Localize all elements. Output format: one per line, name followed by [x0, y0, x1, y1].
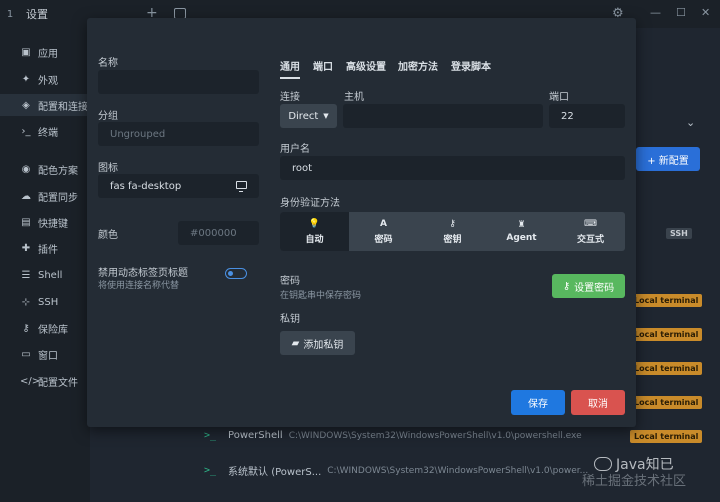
- key-icon: ⚷: [562, 280, 571, 292]
- auth-option-key[interactable]: ⚷ 密钥: [418, 212, 487, 251]
- private-key-label: 私钥: [280, 314, 300, 325]
- auth-method-label: 身份验证方法: [280, 198, 340, 209]
- local-terminal-badge: Local terminal: [630, 396, 703, 409]
- profile-name: 系统默认 (PowerS...: [228, 467, 322, 478]
- disable-dynamic-title-sub: 将使用连接名称代替: [98, 281, 180, 291]
- port-label: 端口: [549, 92, 569, 103]
- profile-row[interactable]: >_ 系统默认 (PowerS... C:\WINDOWS\System32\W…: [204, 463, 588, 478]
- sidebar-item-shell[interactable]: ☰ Shell: [0, 264, 90, 286]
- wechat-icon: [594, 457, 612, 471]
- profile-path: C:\WINDOWS\System32\WindowsPowerShell\v1…: [327, 465, 589, 476]
- tab-number: 1: [6, 8, 14, 20]
- icon-input[interactable]: fas fa-desktop: [98, 174, 259, 198]
- auth-option-agent[interactable]: ♜ Agent: [487, 212, 556, 251]
- sidebar-item-sync[interactable]: ☁ 配置同步: [0, 185, 90, 207]
- auth-method-selector: 💡 自动 A 密码 ⚷ 密钥 ♜ Agent ⌨ 交互式: [280, 212, 625, 251]
- cancel-button[interactable]: 取消: [571, 390, 625, 415]
- appearance-icon: ✦: [21, 73, 31, 85]
- sidebar-item-plugins[interactable]: ✚ 插件: [0, 237, 90, 259]
- new-profile-button[interactable]: + 新配置: [636, 147, 700, 171]
- profile-row[interactable]: >_ PowerShell C:\WINDOWS\System32\Window…: [204, 430, 582, 441]
- window-icon: ▭: [21, 348, 31, 360]
- host-label: 主机: [344, 92, 364, 103]
- desktop-icon: [236, 181, 247, 192]
- plugin-icon: ✚: [21, 242, 31, 254]
- local-terminal-badge: Local terminal: [630, 362, 703, 375]
- cloud-icon: ☁: [21, 190, 31, 202]
- color-label: 颜色: [98, 230, 118, 241]
- tab-login-scripts[interactable]: 登录脚本: [451, 58, 491, 73]
- sidebar-item-profiles[interactable]: ◈ 配置和连接: [0, 94, 90, 116]
- sidebar-item-ssh[interactable]: ⊹ SSH: [0, 291, 90, 313]
- set-password-button[interactable]: ⚷ 设置密码: [552, 274, 625, 298]
- password-sub: 在钥匙串中保存密码: [280, 291, 362, 301]
- profile-name: PowerShell: [228, 430, 283, 441]
- auth-option-interactive[interactable]: ⌨ 交互式: [556, 212, 625, 251]
- port-input[interactable]: 22: [549, 104, 625, 128]
- sidebar-item-hotkeys[interactable]: ▤ 快捷键: [0, 211, 90, 233]
- local-terminal-badge: Local terminal: [630, 328, 703, 341]
- connection-label: 连接: [280, 92, 300, 103]
- code-icon: </>: [20, 375, 41, 387]
- ssh-tag: SSH: [666, 228, 692, 239]
- list-icon: ☰: [21, 269, 31, 281]
- tab-ports[interactable]: 端口: [313, 58, 333, 73]
- bulb-icon: 💡: [308, 218, 321, 229]
- password-label: 密码: [280, 276, 300, 287]
- icon-label: 图标: [98, 163, 118, 174]
- sidebar-item-window[interactable]: ▭ 窗口: [0, 343, 90, 365]
- profiles-icon: ◈: [22, 99, 30, 111]
- profile-edit-modal: 名称 分组 Ungrouped 图标 fas fa-desktop 颜色 #00…: [87, 18, 636, 427]
- group-input[interactable]: Ungrouped: [98, 122, 259, 146]
- host-input[interactable]: [343, 104, 543, 128]
- keyboard-icon: ⌨: [584, 218, 597, 229]
- terminal-icon: ›_: [21, 125, 31, 137]
- sidebar-item-app[interactable]: ▣ 应用: [0, 41, 90, 63]
- add-private-key-button[interactable]: ▰ 添加私钥: [280, 331, 355, 355]
- save-button[interactable]: 保存: [511, 390, 565, 415]
- network-icon: ⊹: [21, 296, 31, 308]
- disable-dynamic-title-toggle[interactable]: [225, 268, 247, 279]
- sidebar-item-terminal[interactable]: ›_ 终端: [0, 120, 90, 142]
- name-input[interactable]: [98, 70, 259, 94]
- close-icon[interactable]: ✕: [701, 6, 710, 19]
- chevron-down-icon[interactable]: ⌄: [686, 116, 695, 129]
- sidebar-item-config-file[interactable]: </> 配置文件: [0, 370, 90, 392]
- tab-advanced[interactable]: 高级设置: [346, 58, 386, 73]
- agent-icon: ♜: [517, 220, 526, 230]
- maximize-icon[interactable]: ☐: [676, 6, 686, 19]
- palette-icon: ◉: [21, 163, 31, 175]
- tab-general[interactable]: 通用: [280, 58, 300, 79]
- username-input[interactable]: root: [280, 156, 625, 180]
- watermark-sub: 稀土掘金技术社区: [582, 474, 687, 489]
- key-icon: ⚷: [22, 322, 30, 334]
- connection-mode-dropdown[interactable]: Direct ▼: [280, 104, 337, 128]
- auth-option-auto[interactable]: 💡 自动: [280, 212, 349, 251]
- group-label: 分组: [98, 111, 118, 122]
- sidebar: ▣ 应用 ✦ 外观 ◈ 配置和连接 ›_ 终端 ◉ 配色方案 ☁ 配置同步 ▤ 快捷键 ✚ 插件…: [0, 28, 90, 502]
- tab-ciphers[interactable]: 加密方法: [398, 58, 438, 73]
- username-label: 用户名: [280, 144, 310, 155]
- local-terminal-badge: Local terminal: [630, 430, 703, 443]
- local-terminal-badge: Local terminal: [630, 294, 703, 307]
- font-icon: A: [380, 218, 387, 229]
- app-icon: ▣: [21, 46, 31, 58]
- color-input[interactable]: #000000: [178, 221, 259, 245]
- window-title: 设置: [26, 8, 48, 21]
- terminal-icon: >_: [204, 430, 217, 441]
- terminal-icon: >_: [204, 465, 217, 476]
- caret-down-icon: ▼: [323, 112, 329, 120]
- profile-path: C:\WINDOWS\System32\WindowsPowerShell\v1…: [288, 430, 582, 441]
- minimize-icon[interactable]: —: [650, 6, 661, 19]
- sidebar-item-vault[interactable]: ⚷ 保险库: [0, 317, 90, 339]
- disable-dynamic-title-label: 禁用动态标签页标题: [98, 268, 188, 279]
- keyboard-icon: ▤: [21, 216, 31, 228]
- sidebar-item-appearance[interactable]: ✦ 外观: [0, 68, 90, 90]
- auth-option-password[interactable]: A 密码: [349, 212, 418, 251]
- name-label: 名称: [98, 58, 118, 69]
- sidebar-item-colors[interactable]: ◉ 配色方案: [0, 158, 90, 180]
- folder-icon: ▰: [291, 337, 300, 349]
- key-icon: ⚷: [449, 218, 456, 229]
